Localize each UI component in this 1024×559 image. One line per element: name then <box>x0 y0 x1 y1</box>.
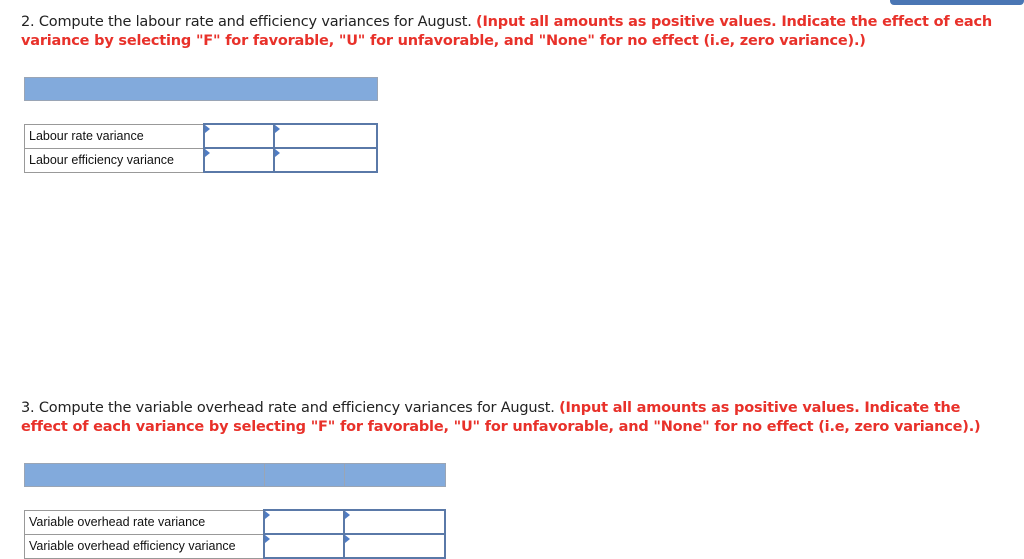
input-flag-icon <box>265 511 270 519</box>
effect-select-cell[interactable] <box>273 147 378 173</box>
voh-efficiency-amount-input[interactable] <box>265 535 343 557</box>
effect-select-cell[interactable] <box>273 123 378 149</box>
table-row: Labour rate variance <box>24 123 378 149</box>
table-header-row <box>24 463 446 487</box>
variable-overhead-variance-table: Variable overhead rate variance Variable… <box>24 463 446 559</box>
header-cell <box>343 463 446 487</box>
row-label: Variable overhead rate variance <box>24 509 265 535</box>
input-flag-icon <box>265 535 270 543</box>
top-tab-button[interactable] <box>890 0 1024 5</box>
labour-variance-table: Labour rate variance Labour efficiency v… <box>24 77 378 173</box>
table-row: Variable overhead rate variance <box>24 509 446 535</box>
question-2: 2. Compute the labour rate and efficienc… <box>21 13 1011 51</box>
row-label: Variable overhead efficiency variance <box>24 533 265 559</box>
effect-select-cell[interactable] <box>343 533 446 559</box>
table-row: Variable overhead efficiency variance <box>24 533 446 559</box>
header-cell <box>24 77 378 101</box>
header-cell <box>24 463 265 487</box>
amount-input-cell[interactable] <box>263 509 345 535</box>
input-flag-icon <box>275 125 280 133</box>
input-flag-icon <box>275 149 280 157</box>
input-flag-icon <box>345 535 350 543</box>
table-header-row <box>24 77 378 101</box>
voh-efficiency-effect-select[interactable] <box>345 535 444 557</box>
labour-efficiency-effect-select[interactable] <box>275 149 376 171</box>
header-cell <box>263 463 345 487</box>
voh-rate-amount-input[interactable] <box>265 511 343 533</box>
input-flag-icon <box>205 125 210 133</box>
effect-select-cell[interactable] <box>343 509 446 535</box>
amount-input-cell[interactable] <box>263 533 345 559</box>
input-flag-icon <box>345 511 350 519</box>
labour-efficiency-amount-input[interactable] <box>205 149 273 171</box>
amount-input-cell[interactable] <box>203 147 275 173</box>
question-2-text: 2. Compute the labour rate and efficienc… <box>21 14 477 30</box>
question-3-text: 3. Compute the variable overhead rate an… <box>21 400 560 416</box>
table-row: Labour efficiency variance <box>24 147 378 173</box>
input-flag-icon <box>205 149 210 157</box>
voh-rate-effect-select[interactable] <box>345 511 444 533</box>
row-label: Labour efficiency variance <box>24 147 205 173</box>
question-3: 3. Compute the variable overhead rate an… <box>21 399 1011 437</box>
labour-rate-amount-input[interactable] <box>205 125 273 147</box>
amount-input-cell[interactable] <box>203 123 275 149</box>
row-label: Labour rate variance <box>24 123 205 149</box>
labour-rate-effect-select[interactable] <box>275 125 376 147</box>
